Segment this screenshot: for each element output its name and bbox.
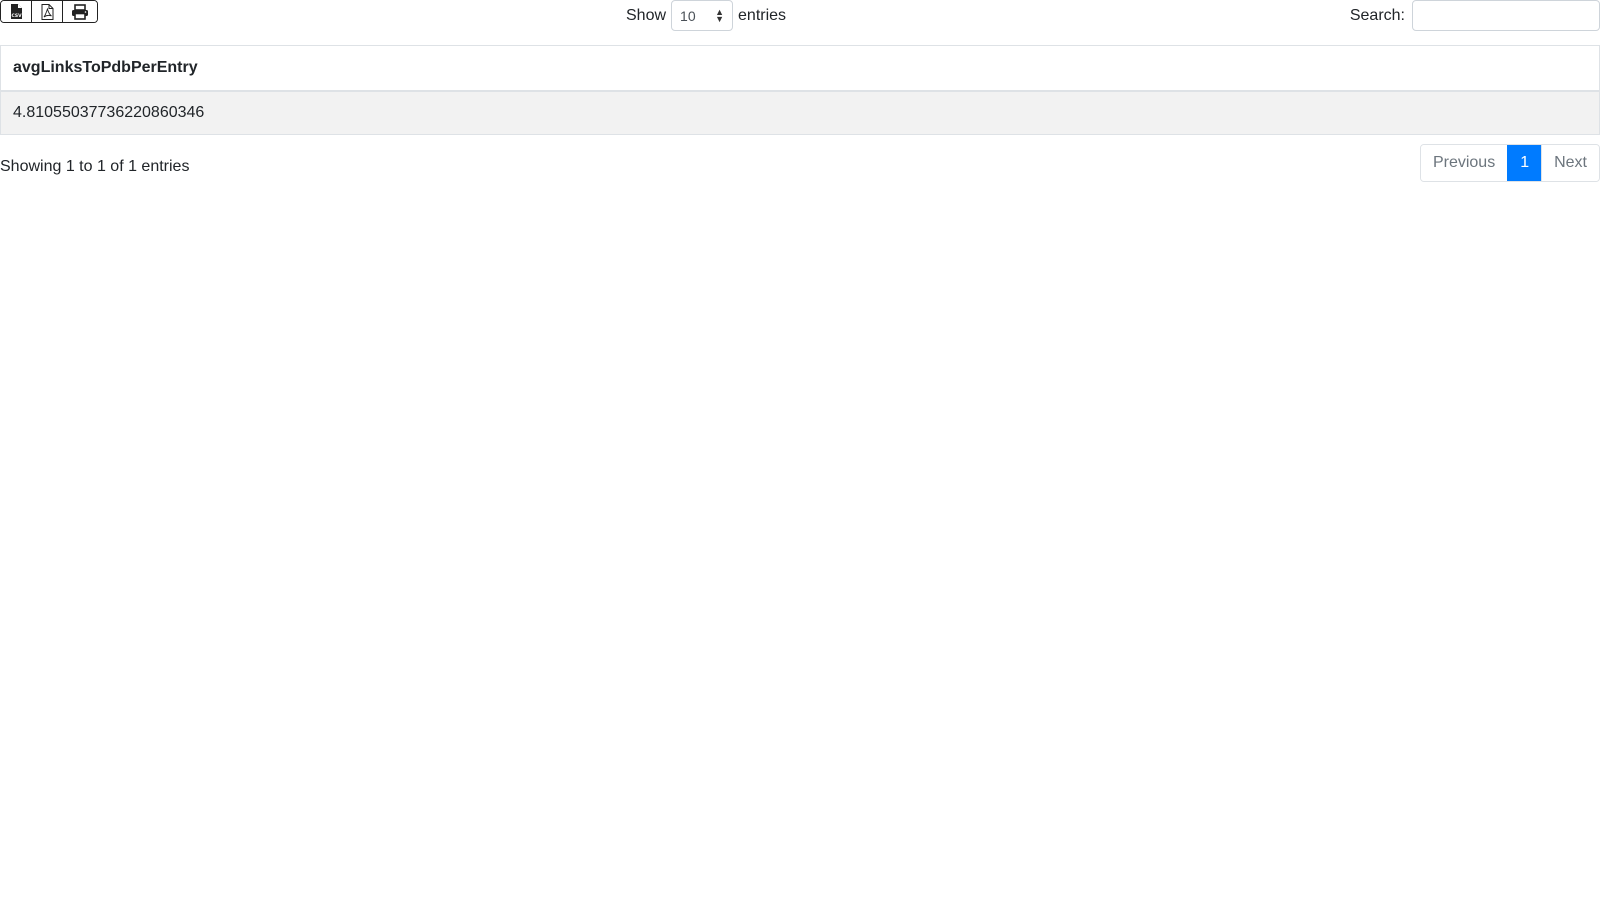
column-header-avglinkstopdbperentry[interactable]: avgLinksToPdbPerEntry bbox=[0, 45, 1600, 92]
table-info-text: Showing 1 to 1 of 1 entries bbox=[0, 158, 190, 175]
entries-label: entries bbox=[738, 6, 787, 24]
entries-per-page-value: 10 bbox=[680, 7, 696, 24]
table-cell: 4.81055037736220860346 bbox=[0, 90, 1600, 135]
csv-export-button[interactable]: CSV bbox=[1, 1, 32, 22]
pagination: Previous 1 Next bbox=[1419, 144, 1600, 182]
print-icon bbox=[72, 3, 88, 20]
table-header-row: avgLinksToPdbPerEntry bbox=[0, 45, 1600, 92]
results-table: avgLinksToPdbPerEntry 4.8105503773622086… bbox=[0, 45, 1600, 135]
show-label: Show bbox=[626, 6, 667, 24]
pdf-export-button[interactable] bbox=[32, 1, 63, 22]
select-arrows-icon: ▲ ▼ bbox=[715, 6, 725, 24]
svg-text:CSV: CSV bbox=[11, 13, 22, 19]
entries-length-control: Show 10 ▲ ▼ entries bbox=[626, 0, 786, 31]
pdf-file-icon bbox=[41, 3, 53, 20]
search-control: Search: bbox=[1350, 0, 1600, 31]
previous-page-button[interactable]: Previous bbox=[1420, 145, 1508, 181]
page-1-button[interactable]: 1 bbox=[1507, 145, 1542, 181]
csv-file-icon: CSV bbox=[10, 3, 22, 19]
table-footer: Showing 1 to 1 of 1 entries Previous 1 N… bbox=[0, 144, 1600, 194]
export-button-group: CSV bbox=[0, 0, 98, 23]
table-toolbar: CSV Show 10 ▲ ▼ entries Search: bbox=[0, 0, 1600, 45]
print-button[interactable] bbox=[63, 1, 97, 22]
search-label: Search: bbox=[1349, 6, 1405, 24]
search-input[interactable] bbox=[1412, 0, 1600, 31]
next-page-button[interactable]: Next bbox=[1541, 145, 1599, 181]
table-row: 4.81055037736220860346 bbox=[0, 90, 1600, 135]
entries-per-page-select[interactable]: 10 ▲ ▼ bbox=[671, 0, 734, 31]
